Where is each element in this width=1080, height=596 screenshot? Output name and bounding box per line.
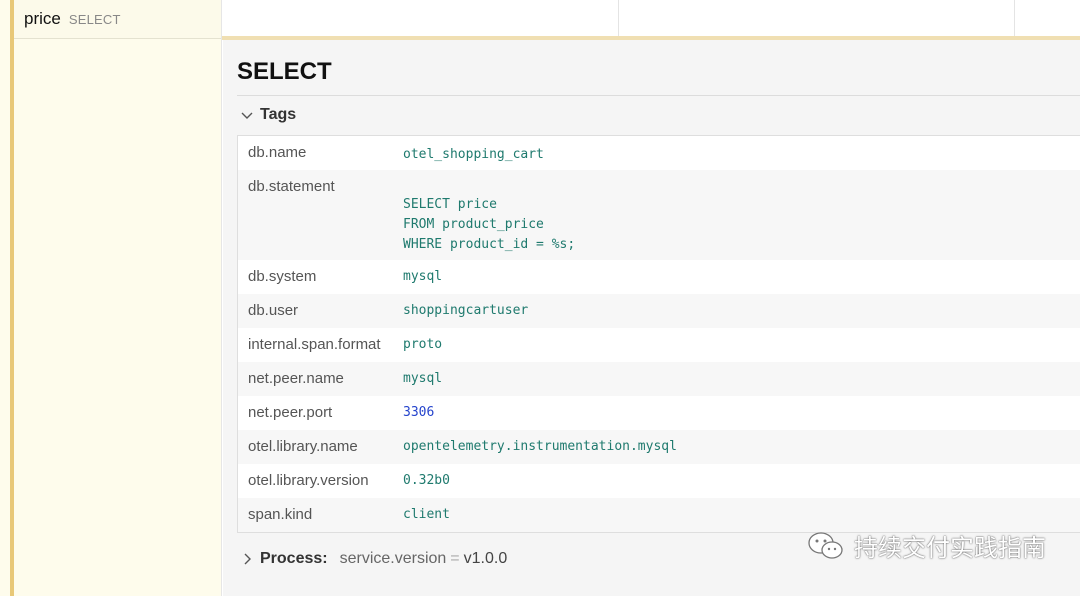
span-operation-name: SELECT [68, 11, 121, 27]
timeline-tick [1014, 0, 1015, 36]
span-detail-panel: SELECT Tags db.name otel_shopping_cart d… [223, 40, 1080, 596]
tag-value-number: 3306 [403, 405, 435, 420]
process-section-toggle[interactable]: Process: service.version = v1.0.0 [240, 550, 507, 568]
tag-key: db.statement [248, 178, 335, 195]
divider [237, 95, 1080, 96]
tag-value: 0.32b0 [403, 473, 450, 488]
watermark-text: 持续交付实践指南 [854, 535, 1046, 562]
tag-value: proto [403, 337, 443, 352]
process-section-label: Process: [260, 550, 328, 567]
tag-key: db.system [248, 268, 317, 285]
tags-section-toggle[interactable]: Tags [240, 106, 296, 124]
watermark: 持续交付实践指南 [806, 528, 1046, 563]
span-timeline-row[interactable] [222, 0, 1080, 38]
tags-section-label: Tags [260, 106, 297, 123]
span-accent-bar [10, 0, 14, 596]
tag-row: db.statement SELECT price FROM product_p… [238, 170, 1080, 260]
tag-key: db.name [248, 144, 307, 161]
tag-key: net.peer.port [248, 404, 333, 421]
tag-key: net.peer.name [248, 370, 344, 387]
tag-value-sql: SELECT price FROM product_price WHERE pr… [403, 197, 576, 252]
tag-row: db.user shoppingcartuser [238, 294, 1080, 328]
tag-value: opentelemetry.instrumentation.mysql [403, 439, 677, 454]
tag-value: mysql [403, 269, 443, 284]
tag-row: net.peer.port 3306 [238, 396, 1080, 430]
tag-key: internal.span.format [248, 336, 381, 353]
process-tag-equals: = [450, 550, 460, 567]
process-tag-value: v1.0.0 [463, 550, 508, 567]
tag-row: net.peer.name mysql [238, 362, 1080, 396]
tag-key: otel.library.name [248, 438, 358, 455]
tag-key: otel.library.version [248, 472, 369, 489]
tag-value: otel_shopping_cart [403, 146, 544, 162]
tag-row: db.name otel_shopping_cart [238, 136, 1080, 170]
timeline-tick [618, 0, 619, 36]
chevron-right-icon [244, 553, 251, 565]
tag-row: internal.span.format proto [238, 328, 1080, 362]
tag-key: span.kind [248, 506, 313, 523]
tags-table: db.name otel_shopping_cart db.statement … [237, 135, 1080, 533]
tag-key: db.user [248, 302, 299, 319]
process-tag-key: service.version [339, 550, 447, 567]
tag-row: otel.library.name opentelemetry.instrume… [238, 430, 1080, 464]
span-row-price[interactable]: price SELECT [14, 0, 221, 39]
chevron-down-icon [241, 112, 253, 119]
tag-value: shoppingcartuser [403, 303, 529, 318]
wechat-icon [808, 531, 843, 559]
tag-row: span.kind client [238, 498, 1080, 532]
span-service-name: price [24, 9, 61, 28]
tag-row: db.system mysql [238, 260, 1080, 294]
span-tree-column: price SELECT [0, 0, 222, 596]
tag-row: otel.library.version 0.32b0 [238, 464, 1080, 498]
span-detail-title: SELECT [237, 58, 332, 85]
tag-value: mysql [403, 371, 443, 386]
tag-value: client [403, 507, 450, 522]
